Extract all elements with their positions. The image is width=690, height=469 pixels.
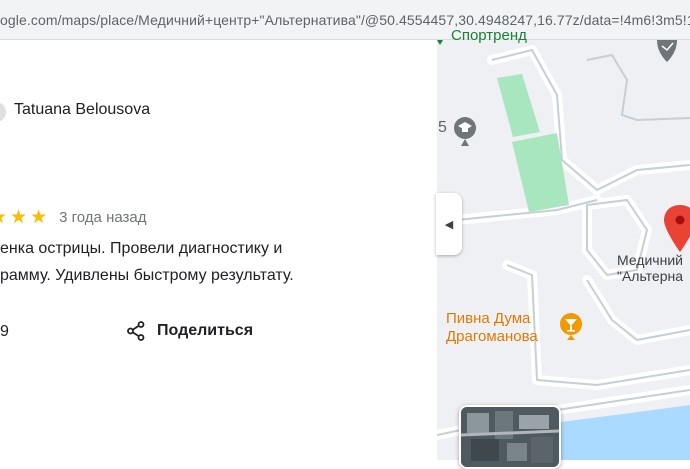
star-rating: ★ ★ ★: [0, 208, 50, 227]
collapse-panel-button[interactable]: ◀: [436, 193, 462, 255]
review-text-line: рамму. Удивлены быстрому результату.: [0, 267, 294, 284]
star-icon: ★: [30, 206, 48, 228]
share-icon: [127, 321, 145, 341]
pub-label-line: Пивна Дума: [446, 310, 531, 327]
review-panel: Tatuana Belousova ★ ★ ★ 3 года назад енк…: [0, 40, 437, 460]
share-button[interactable]: Поделиться: [127, 321, 253, 341]
chevron-left-icon: ◀: [444, 218, 454, 231]
medical-label-line: Медичний: [617, 252, 683, 268]
map-view[interactable]: [437, 40, 690, 460]
bar-icon: [560, 313, 582, 340]
school-icon: [454, 117, 476, 146]
map-label-medical-center[interactable]: Медичний "Альтерна: [617, 252, 683, 284]
rating-row: ★ ★ ★ 3 года назад: [0, 206, 147, 228]
pub-label-line: Драгоманова: [446, 328, 538, 345]
review-date: 3 года назад: [59, 208, 147, 226]
avatar[interactable]: [0, 102, 6, 122]
star-icon: ★: [0, 208, 7, 227]
map-label-number: 5: [438, 119, 447, 136]
map-label-sport[interactable]: Спортренд: [451, 27, 527, 44]
review-text: енка острицы. Провели диагностику и рамм…: [0, 235, 437, 289]
map-label-pub[interactable]: Пивна Дума Драгоманова: [446, 310, 538, 346]
star-icon: ★: [10, 206, 28, 228]
satellite-layer-toggle[interactable]: [459, 405, 561, 469]
reviewer-name[interactable]: Tatuana Belousova: [14, 101, 150, 119]
medical-label-line: "Альтерна: [617, 268, 684, 284]
address-bar[interactable]: ogle.com/maps/place/Медичний+центр+"Альт…: [0, 0, 690, 40]
map-canvas: [437, 40, 690, 460]
share-label: Поделиться: [157, 322, 254, 339]
place-marker-icon: [664, 205, 690, 252]
url-text: ogle.com/maps/place/Медичний+центр+"Альт…: [0, 12, 690, 28]
likes-count[interactable]: 9: [0, 323, 9, 341]
satellite-thumbnail: [461, 407, 559, 467]
review-text-line: енка острицы. Провели диагностику и: [0, 240, 283, 257]
